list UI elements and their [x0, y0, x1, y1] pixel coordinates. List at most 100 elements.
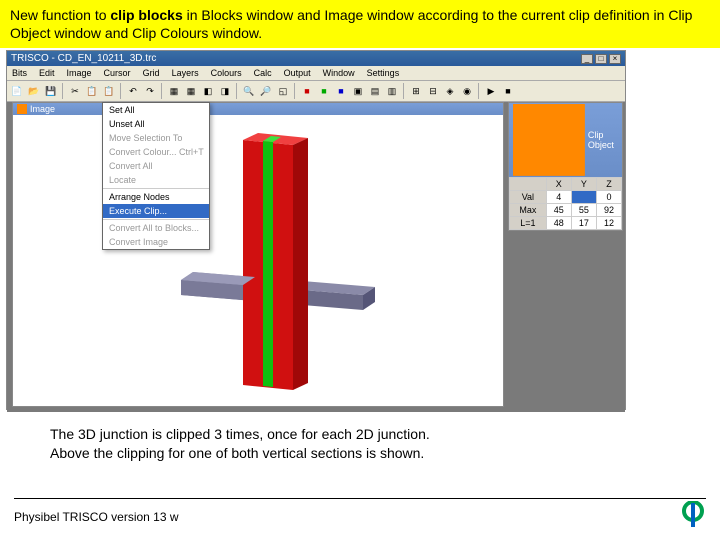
menu-item: Convert Image: [103, 235, 209, 249]
menu-item[interactable]: Cursor: [101, 67, 134, 79]
separator: [403, 83, 405, 99]
menu-item[interactable]: Output: [281, 67, 314, 79]
toolbar-button[interactable]: ↶: [125, 83, 141, 99]
toolbar-button[interactable]: ↷: [142, 83, 158, 99]
clip-object-subwindow: Clip Object X Y Z Val 4 0 Max 45: [508, 102, 623, 231]
minimize-button[interactable]: _: [581, 54, 593, 64]
cell[interactable]: 55: [571, 204, 596, 217]
menu-separator: [103, 188, 209, 189]
cell[interactable]: [571, 191, 596, 204]
cell[interactable]: 0: [596, 191, 621, 204]
menu-item[interactable]: Image: [64, 67, 95, 79]
toolbar-button[interactable]: ▶: [483, 83, 499, 99]
menu-item[interactable]: Grid: [140, 67, 163, 79]
caption-line: The 3D junction is clipped 3 times, once…: [50, 425, 720, 443]
toolbar-button[interactable]: ◨: [217, 83, 233, 99]
cell[interactable]: 48: [546, 217, 571, 230]
table-header: Z: [596, 178, 621, 191]
menu-item[interactable]: Unset All: [103, 117, 209, 131]
menu-item[interactable]: Arrange Nodes: [103, 190, 209, 204]
table-header-row: X Y Z: [510, 178, 622, 191]
toolbar-button[interactable]: ▦: [183, 83, 199, 99]
toolbar-button[interactable]: ■: [299, 83, 315, 99]
cell[interactable]: 45: [546, 204, 571, 217]
toolbar-button[interactable]: 📋: [84, 83, 100, 99]
table-header: X: [546, 178, 571, 191]
maximize-button[interactable]: □: [595, 54, 607, 64]
menubar: Bits Edit Image Cursor Grid Layers Colou…: [7, 66, 625, 81]
table-row: Max 45 55 92: [510, 204, 622, 217]
menu-item: Convert Colour... Ctrl+T: [103, 145, 209, 159]
menu-item[interactable]: Settings: [364, 67, 403, 79]
caption: The 3D junction is clipped 3 times, once…: [50, 425, 720, 461]
menu-item[interactable]: Bits: [9, 67, 30, 79]
cell[interactable]: 12: [596, 217, 621, 230]
toolbar-button[interactable]: 🔍: [241, 83, 257, 99]
toolbar-button[interactable]: ■: [316, 83, 332, 99]
clip-icon: [513, 104, 585, 176]
menu-item: Locate: [103, 173, 209, 187]
menu-item[interactable]: Layers: [169, 67, 202, 79]
window-title: TRISCO - CD_EN_10211_3D.trc: [11, 53, 156, 64]
toolbar-button[interactable]: ◈: [442, 83, 458, 99]
cell[interactable]: 4: [546, 191, 571, 204]
toolbar-button[interactable]: ■: [500, 83, 516, 99]
toolbar-button[interactable]: 📄: [9, 83, 25, 99]
separator: [161, 83, 163, 99]
toolbar-button[interactable]: ▦: [166, 83, 182, 99]
physibel-logo: [680, 501, 706, 532]
table-row: L=1 48 17 12: [510, 217, 622, 230]
toolbar-button[interactable]: 🔎: [258, 83, 274, 99]
menu-item: Convert All: [103, 159, 209, 173]
table-row: Val 4 0: [510, 191, 622, 204]
titlebar: TRISCO - CD_EN_10211_3D.trc _ □ ×: [7, 51, 625, 66]
row-label: Max: [510, 204, 547, 217]
image-title-text: Image: [30, 104, 55, 114]
toolbar-button[interactable]: ▣: [350, 83, 366, 99]
menu-separator: [103, 219, 209, 220]
toolbar-button[interactable]: ■: [333, 83, 349, 99]
image-viewport[interactable]: [13, 115, 503, 405]
window-controls: _ □ ×: [581, 54, 621, 64]
menu-item[interactable]: Colours: [208, 67, 245, 79]
image-subwindow: Image: [12, 102, 504, 407]
toolbar-button[interactable]: ◱: [275, 83, 291, 99]
row-label: L=1: [510, 217, 547, 230]
separator: [120, 83, 122, 99]
table-header: [510, 178, 547, 191]
cell[interactable]: 92: [596, 204, 621, 217]
feature-banner: New function to clip blocks in Blocks wi…: [0, 0, 720, 48]
toolbar-button[interactable]: ▥: [384, 83, 400, 99]
toolbar: 📄 📂 💾 ✂ 📋 📋 ↶ ↷ ▦ ▦ ◧ ◨ 🔍 🔎 ◱ ■ ■ ■ ▣ ▤ …: [7, 81, 625, 102]
toolbar-button[interactable]: 💾: [43, 83, 59, 99]
separator: [236, 83, 238, 99]
banner-prefix: New function to: [10, 7, 110, 23]
toolbar-button[interactable]: ▤: [367, 83, 383, 99]
toolbar-button[interactable]: ✂: [67, 83, 83, 99]
footer-text: Physibel TRISCO version 13 w: [14, 510, 179, 524]
app-window: TRISCO - CD_EN_10211_3D.trc _ □ × Bits E…: [6, 50, 626, 410]
toolbar-button[interactable]: ◧: [200, 83, 216, 99]
toolbar-button[interactable]: 📂: [26, 83, 42, 99]
toolbar-button[interactable]: ◉: [459, 83, 475, 99]
image-icon: [17, 104, 27, 114]
caption-line: Above the clipping for one of both verti…: [50, 444, 720, 462]
menu-item[interactable]: Set All: [103, 103, 209, 117]
row-label: Val: [510, 191, 547, 204]
workspace: Image: [7, 102, 625, 412]
menu-item[interactable]: Window: [320, 67, 358, 79]
close-button[interactable]: ×: [609, 54, 621, 64]
toolbar-button[interactable]: ⊞: [408, 83, 424, 99]
menu-item: Convert All to Blocks...: [103, 221, 209, 235]
toolbar-button[interactable]: ⊟: [425, 83, 441, 99]
toolbar-button[interactable]: 📋: [101, 83, 117, 99]
menu-item: Move Selection To: [103, 131, 209, 145]
image-subwindow-title: Image: [13, 103, 503, 115]
menu-item[interactable]: Edit: [36, 67, 58, 79]
banner-bold: clip blocks: [110, 7, 182, 23]
clip-object-title: Clip Object: [509, 103, 622, 177]
menu-item[interactable]: Calc: [251, 67, 275, 79]
menu-item-execute-clip[interactable]: Execute Clip...: [103, 204, 209, 218]
separator: [62, 83, 64, 99]
cell[interactable]: 17: [571, 217, 596, 230]
